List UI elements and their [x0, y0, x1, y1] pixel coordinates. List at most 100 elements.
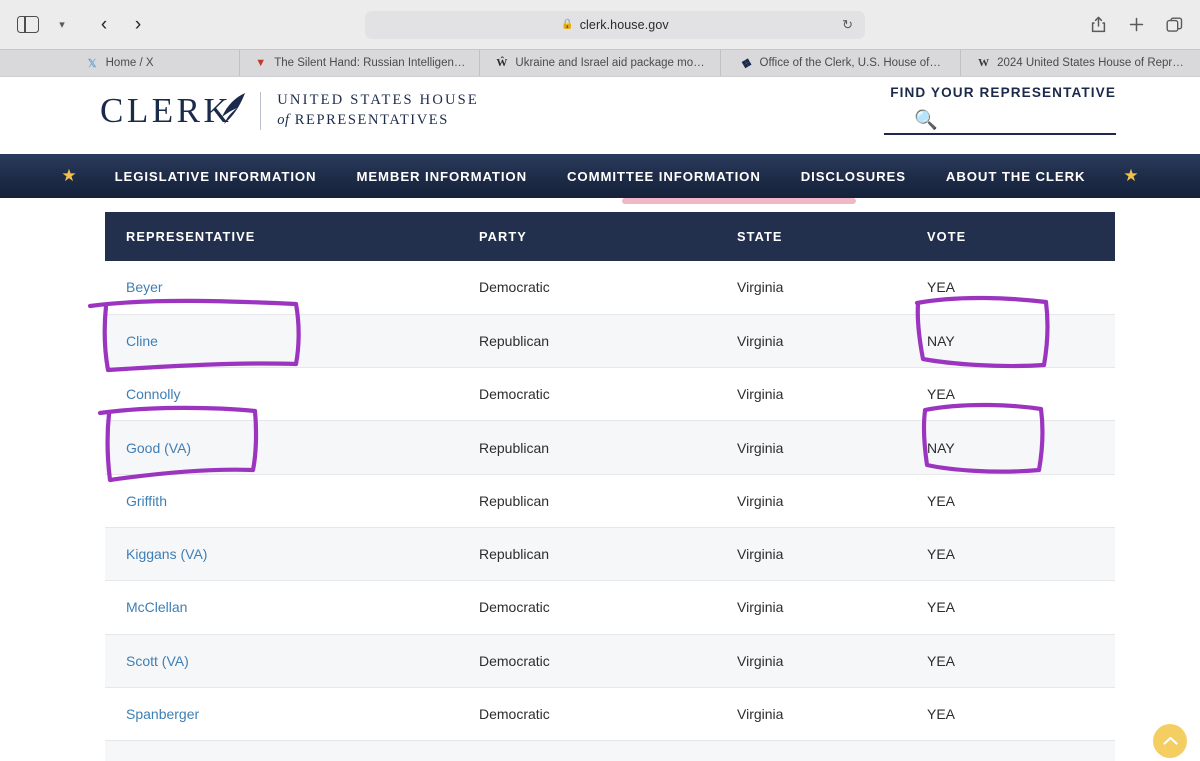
forward-button[interactable]: › — [122, 11, 154, 39]
share-button[interactable] — [1082, 11, 1114, 39]
table-row: Good (VA) Republican Virginia NAY — [105, 420, 1115, 475]
cell-state: Virginia — [737, 634, 927, 688]
representative-link[interactable]: Scott (VA) — [126, 653, 189, 669]
cell-vote: YEA — [927, 261, 1115, 315]
roll-call-vote-table-wrapper: REPRESENTATIVE PARTY STATE VOTE Beyer De… — [105, 212, 1115, 761]
nav-item-member-information[interactable]: MEMBER INFORMATION — [336, 169, 547, 184]
address-bar[interactable]: 🔒 clerk.house.gov ↻ — [365, 10, 865, 39]
cell-representative: Cline — [105, 314, 479, 369]
tab-overview-button[interactable] — [1158, 11, 1190, 39]
table-row: McClellan Democratic Virginia YEA — [105, 580, 1115, 635]
browser-tab-active[interactable]: ❖ Office of the Clerk, U.S. House of… — [720, 50, 961, 76]
representative-link[interactable]: Beyer — [126, 279, 163, 295]
url-text: clerk.house.gov — [579, 17, 669, 32]
logo-subtitle-line2: REPRESENTATIVES — [294, 112, 449, 128]
cell-party: Democratic — [479, 580, 737, 635]
chevron-up-icon — [1162, 736, 1178, 745]
gold-star-icon: ★ — [61, 166, 77, 185]
sidebar-options-button[interactable]: ▾ — [46, 11, 78, 39]
representative-link[interactable]: Spanberger — [126, 706, 199, 722]
cell-vote: YEA — [927, 687, 1115, 742]
share-icon — [1091, 16, 1105, 33]
browser-toolbar: ▾ ‹ › 🔒 clerk.house.gov ↻ — [0, 0, 1200, 49]
plus-icon — [1129, 17, 1143, 32]
browser-tab[interactable]: Ŵ Ukraine and Israel aid package mo… — [480, 50, 721, 76]
gold-star-icon: ★ — [1123, 166, 1139, 185]
find-your-representative: FIND YOUR REPRESENTATIVE 🔍 — [884, 85, 1116, 135]
tab-strip: 𝕏 Home / X ▼ The Silent Hand: Russian In… — [0, 49, 1200, 76]
representative-link[interactable]: Kiggans (VA) — [126, 546, 207, 562]
cell-party: Democratic — [479, 687, 737, 742]
nav-item-committee-information[interactable]: COMMITTEE INFORMATION — [547, 169, 781, 184]
cell-state: Virginia — [737, 527, 927, 582]
representative-link[interactable]: Connolly — [126, 386, 180, 402]
representative-link[interactable]: Griffith — [126, 493, 167, 509]
cell-vote: NAY — [927, 314, 1115, 369]
cell-party: Democratic — [479, 634, 737, 688]
nav-item-about-the-clerk[interactable]: ABOUT THE CLERK — [926, 169, 1106, 184]
browser-tab[interactable]: W 2024 United States House of Repr… — [960, 50, 1200, 76]
cell-state: Virginia — [737, 314, 927, 369]
table-header: REPRESENTATIVE PARTY STATE VOTE — [105, 212, 1115, 261]
back-button[interactable]: ‹ — [88, 11, 120, 39]
sidebar-toggle-button[interactable] — [12, 11, 44, 39]
cell-party: Republican — [479, 420, 737, 475]
browser-tab[interactable]: ▼ The Silent Hand: Russian Intelligen… — [240, 50, 481, 76]
cell-representative: Connolly — [105, 367, 479, 422]
table-row: Griffith Republican Virginia YEA — [105, 474, 1115, 528]
nav-item-legislative-information[interactable]: LEGISLATIVE INFORMATION — [95, 169, 337, 184]
forward-arrow-icon: › — [134, 14, 142, 35]
new-tab-button[interactable] — [1120, 11, 1152, 39]
find-rep-input[interactable]: 🔍 — [884, 107, 1116, 135]
cell-party: Republican — [479, 314, 737, 369]
cell-representative: Griffith — [105, 474, 479, 528]
quill-feather-icon — [218, 91, 248, 131]
cell-party: Republican — [479, 474, 737, 528]
representative-link[interactable]: McClellan — [126, 599, 187, 615]
search-icon[interactable]: 🔍 — [914, 108, 938, 132]
table-row: Connolly Democratic Virginia YEA — [105, 367, 1115, 422]
column-header-state[interactable]: STATE — [737, 212, 927, 261]
cell-state: Virginia — [737, 420, 927, 475]
cell-representative: Scott (VA) — [105, 634, 479, 688]
table-body: Beyer Democratic Virginia YEA Cline Repu… — [105, 261, 1115, 761]
tab-title: Office of the Clerk, U.S. House of… — [759, 57, 941, 69]
cell-state: Virginia — [737, 687, 927, 742]
cell-vote: YEA — [927, 527, 1115, 582]
cell-party: Democratic — [479, 740, 737, 761]
reload-icon[interactable]: ↻ — [842, 17, 853, 33]
representative-link[interactable]: Good (VA) — [126, 440, 191, 456]
column-header-party[interactable]: PARTY — [479, 212, 737, 261]
cell-state: Virginia — [737, 261, 927, 315]
find-rep-label: FIND YOUR REPRESENTATIVE — [890, 85, 1116, 100]
column-header-vote[interactable]: VOTE — [927, 212, 1115, 261]
cell-party: Democratic — [479, 367, 737, 422]
table-row: Wexton Democratic Virginia YEA — [105, 740, 1115, 761]
browser-chrome: ▾ ‹ › 🔒 clerk.house.gov ↻ 𝕏 Home / X ▼ T… — [0, 0, 1200, 77]
back-arrow-icon: ‹ — [100, 14, 108, 35]
clerk-logo[interactable]: CLERK UNITED STATES HOUSE of REPRESENTAT… — [100, 91, 479, 131]
cell-state: Virginia — [737, 580, 927, 635]
logo-subtitle-line1: UNITED STATES HOUSE — [277, 92, 479, 109]
cell-vote: NAY — [927, 420, 1115, 475]
nav-item-disclosures[interactable]: DISCLOSURES — [781, 169, 926, 184]
washington-post-icon: Ŵ — [496, 57, 508, 69]
logo-divider — [260, 92, 262, 130]
browser-tab[interactable]: 𝕏 Home / X — [0, 50, 241, 76]
table-row: Beyer Democratic Virginia YEA — [105, 261, 1115, 315]
cell-representative: Kiggans (VA) — [105, 527, 479, 582]
representative-link[interactable]: Cline — [126, 333, 158, 349]
cell-vote: YEA — [927, 580, 1115, 635]
tab-title: 2024 United States House of Repr… — [997, 57, 1184, 69]
logo-subtitle-of: of — [277, 112, 290, 128]
table-row: Cline Republican Virginia NAY — [105, 314, 1115, 369]
red-shield-icon: ▼ — [255, 57, 267, 69]
tab-title: The Silent Hand: Russian Intelligen… — [274, 57, 466, 69]
cell-representative: Good (VA) — [105, 420, 479, 475]
logo-subtitle: UNITED STATES HOUSE of REPRESENTATIVES — [277, 91, 479, 130]
partially-scrolled-pink-banner — [622, 198, 856, 204]
logo-wordmark: CLERK — [100, 91, 233, 130]
scroll-to-top-button[interactable] — [1153, 724, 1187, 758]
cell-vote: YEA — [927, 474, 1115, 528]
column-header-representative[interactable]: REPRESENTATIVE — [105, 212, 479, 261]
